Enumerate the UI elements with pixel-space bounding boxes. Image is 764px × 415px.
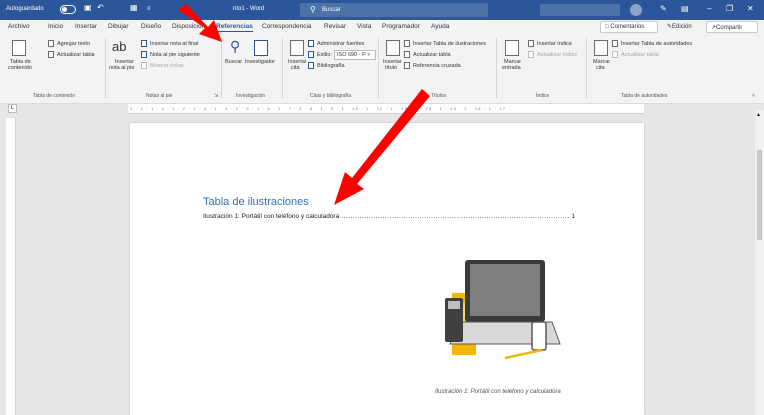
arrow-to-heading-icon — [334, 89, 430, 205]
arrow-to-tab-icon — [178, 4, 222, 42]
annotation-arrows — [178, 4, 430, 205]
